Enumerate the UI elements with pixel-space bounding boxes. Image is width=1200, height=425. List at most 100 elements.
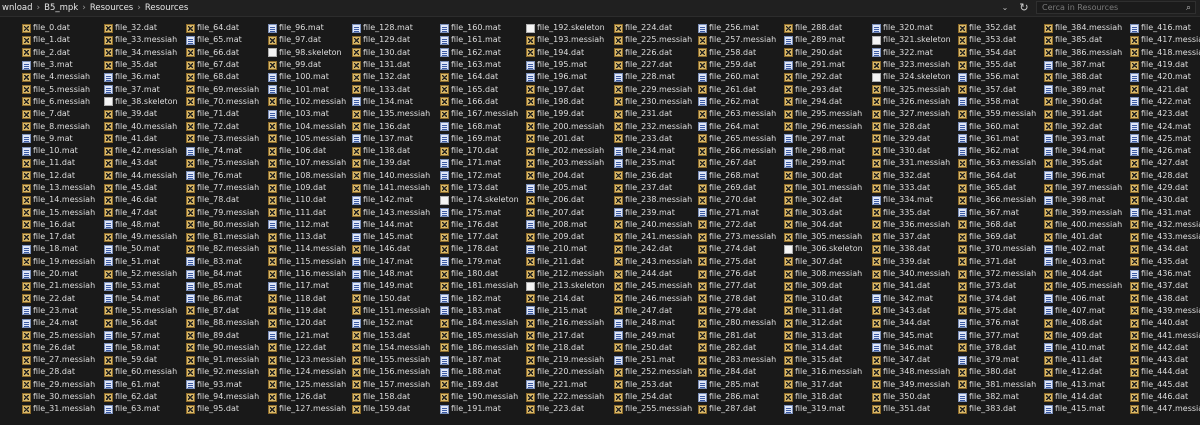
file-item[interactable]: file_143.messiah xyxy=(352,206,436,218)
file-item[interactable]: file_116.messiah xyxy=(268,268,352,280)
file-item[interactable]: file_35.dat xyxy=(104,59,188,71)
file-item[interactable]: file_360.mat xyxy=(958,120,1042,132)
file-item[interactable]: file_102.messiah xyxy=(268,96,352,108)
file-item[interactable]: file_331.messiah xyxy=(872,157,956,169)
file-item[interactable]: file_387.mat xyxy=(1044,59,1128,71)
file-item[interactable]: file_55.messiah xyxy=(104,305,188,317)
file-item[interactable]: file_295.messiah xyxy=(784,108,868,120)
file-item[interactable]: file_327.messiah xyxy=(872,108,956,120)
breadcrumb-item-resources-current[interactable]: Resources xyxy=(145,3,188,13)
file-item[interactable]: file_113.dat xyxy=(268,231,352,243)
file-item[interactable]: file_287.dat xyxy=(698,403,782,415)
file-item[interactable]: file_1.dat xyxy=(22,34,106,46)
file-item[interactable]: file_222.messiah xyxy=(526,391,610,403)
file-item[interactable]: file_309.dat xyxy=(784,280,868,292)
file-item[interactable]: file_150.dat xyxy=(352,293,436,305)
file-item[interactable]: file_10.mat xyxy=(22,145,106,157)
file-item[interactable]: file_77.messiah xyxy=(186,182,270,194)
file-item[interactable]: file_194.dat xyxy=(526,47,610,59)
file-item[interactable]: file_118.dat xyxy=(268,293,352,305)
file-item[interactable]: file_204.dat xyxy=(526,170,610,182)
file-item[interactable]: file_106.dat xyxy=(268,145,352,157)
file-item[interactable]: file_225.messiah xyxy=(614,34,698,46)
file-item[interactable]: file_368.dat xyxy=(958,219,1042,231)
file-item[interactable]: file_56.dat xyxy=(104,317,188,329)
file-item[interactable]: file_65.mat xyxy=(186,34,270,46)
file-item[interactable]: file_129.dat xyxy=(352,34,436,46)
file-item[interactable]: file_61.mat xyxy=(104,379,188,391)
file-item[interactable]: file_202.messiah xyxy=(526,145,610,157)
file-item[interactable]: file_228.mat xyxy=(614,71,698,83)
file-item[interactable]: file_171.mat xyxy=(440,157,524,169)
file-item[interactable]: file_421.dat xyxy=(1130,83,1200,95)
file-item[interactable]: file_438.dat xyxy=(1130,293,1200,305)
file-item[interactable]: file_58.mat xyxy=(104,342,188,354)
file-item[interactable]: file_71.dat xyxy=(186,108,270,120)
file-item[interactable]: file_159.dat xyxy=(352,403,436,415)
file-item[interactable]: file_93.mat xyxy=(186,379,270,391)
file-item[interactable]: file_253.dat xyxy=(614,379,698,391)
file-item[interactable]: file_122.dat xyxy=(268,342,352,354)
file-item[interactable]: file_125.messiah xyxy=(268,379,352,391)
file-item[interactable]: file_192.skeleton xyxy=(526,22,610,34)
file-item[interactable]: file_336.messiah xyxy=(872,219,956,231)
file-item[interactable]: file_69.messiah xyxy=(186,83,270,95)
file-item[interactable]: file_158.dat xyxy=(352,391,436,403)
file-item[interactable]: file_376.mat xyxy=(958,317,1042,329)
file-item[interactable]: file_43.dat xyxy=(104,157,188,169)
file-item[interactable]: file_128.mat xyxy=(352,22,436,34)
file-item[interactable]: file_315.dat xyxy=(784,354,868,366)
file-item[interactable]: file_338.dat xyxy=(872,243,956,255)
file-item[interactable]: file_146.dat xyxy=(352,243,436,255)
file-item[interactable]: file_92.messiah xyxy=(186,366,270,378)
file-item[interactable]: file_167.messiah xyxy=(440,108,524,120)
file-item[interactable]: file_378.dat xyxy=(958,342,1042,354)
file-item[interactable]: file_272.dat xyxy=(698,219,782,231)
file-item[interactable]: file_74.mat xyxy=(186,145,270,157)
file-item[interactable]: file_63.mat xyxy=(104,403,188,415)
file-item[interactable]: file_5.messiah xyxy=(22,83,106,95)
file-item[interactable]: file_205.mat xyxy=(526,182,610,194)
file-item[interactable]: file_170.dat xyxy=(440,145,524,157)
file-item[interactable]: file_39.dat xyxy=(104,108,188,120)
file-item[interactable]: file_325.messiah xyxy=(872,83,956,95)
file-item[interactable]: file_255.messiah xyxy=(614,403,698,415)
file-item[interactable]: file_88.messiah xyxy=(186,317,270,329)
file-item[interactable]: file_197.dat xyxy=(526,83,610,95)
file-item[interactable]: file_52.messiah xyxy=(104,268,188,280)
file-item[interactable]: file_366.messiah xyxy=(958,194,1042,206)
file-item[interactable]: file_184.messiah xyxy=(440,317,524,329)
file-item[interactable]: file_306.skeleton xyxy=(784,243,868,255)
file-item[interactable]: file_259.dat xyxy=(698,59,782,71)
file-item[interactable]: file_15.messiah xyxy=(22,206,106,218)
file-item[interactable]: file_238.messiah xyxy=(614,194,698,206)
file-item[interactable]: file_285.mat xyxy=(698,379,782,391)
file-item[interactable]: file_296.messiah xyxy=(784,120,868,132)
file-item[interactable]: file_293.dat xyxy=(784,83,868,95)
file-item[interactable]: file_82.messiah xyxy=(186,243,270,255)
file-item[interactable]: file_235.mat xyxy=(614,157,698,169)
file-item[interactable]: file_230.messiah xyxy=(614,96,698,108)
file-item[interactable]: file_374.dat xyxy=(958,293,1042,305)
file-item[interactable]: file_172.mat xyxy=(440,170,524,182)
file-item[interactable]: file_174.skeleton xyxy=(440,194,524,206)
file-item[interactable]: file_405.messiah xyxy=(1044,280,1128,292)
file-item[interactable]: file_342.mat xyxy=(872,293,956,305)
file-item[interactable]: file_344.dat xyxy=(872,317,956,329)
chevron-right-icon[interactable]: › xyxy=(82,3,86,13)
file-item[interactable]: file_136.dat xyxy=(352,120,436,132)
file-item[interactable]: file_340.messiah xyxy=(872,268,956,280)
file-item[interactable]: file_435.dat xyxy=(1130,256,1200,268)
file-item[interactable]: file_229.messiah xyxy=(614,83,698,95)
file-item[interactable]: file_443.dat xyxy=(1130,354,1200,366)
file-item[interactable]: file_8.messiah xyxy=(22,120,106,132)
file-item[interactable]: file_133.dat xyxy=(352,83,436,95)
file-item[interactable]: file_119.dat xyxy=(268,305,352,317)
file-item[interactable]: file_134.mat xyxy=(352,96,436,108)
file-item[interactable]: file_6.messiah xyxy=(22,96,106,108)
file-item[interactable]: file_400.messiah xyxy=(1044,219,1128,231)
file-item[interactable]: file_144.mat xyxy=(352,219,436,231)
file-item[interactable]: file_156.messiah xyxy=(352,366,436,378)
file-item[interactable]: file_286.mat xyxy=(698,391,782,403)
file-item[interactable]: file_166.dat xyxy=(440,96,524,108)
